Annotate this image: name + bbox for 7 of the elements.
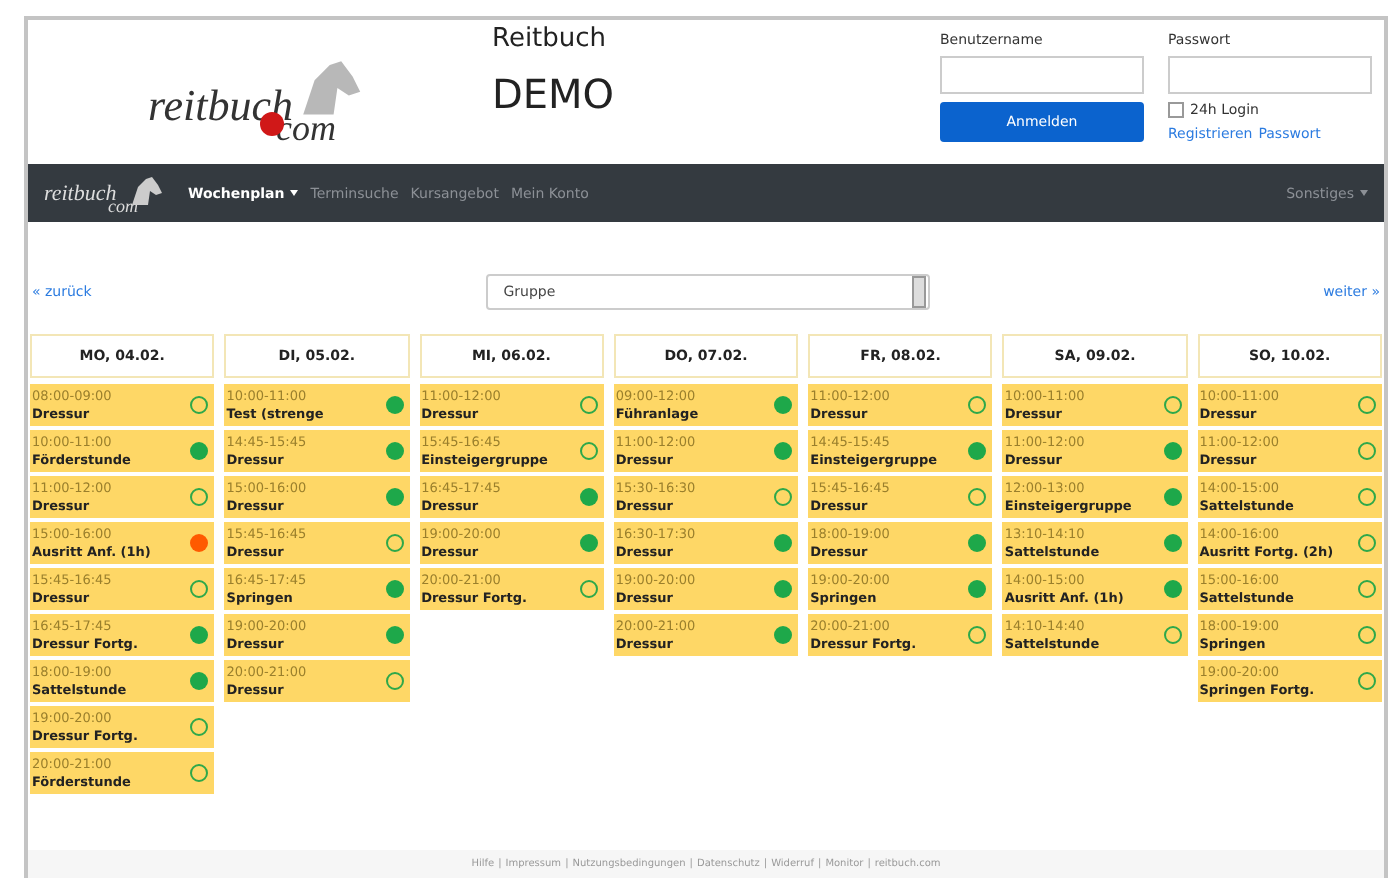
username-field[interactable]: [940, 56, 1144, 94]
app-title: Reitbuch: [492, 24, 609, 54]
app-subtitle: DEMO: [492, 70, 617, 118]
caret-icon: [1360, 190, 1368, 196]
remember-checkbox[interactable]: [1168, 102, 1184, 118]
caret-icon: [290, 190, 299, 196]
password-field[interactable]: [1168, 56, 1372, 94]
